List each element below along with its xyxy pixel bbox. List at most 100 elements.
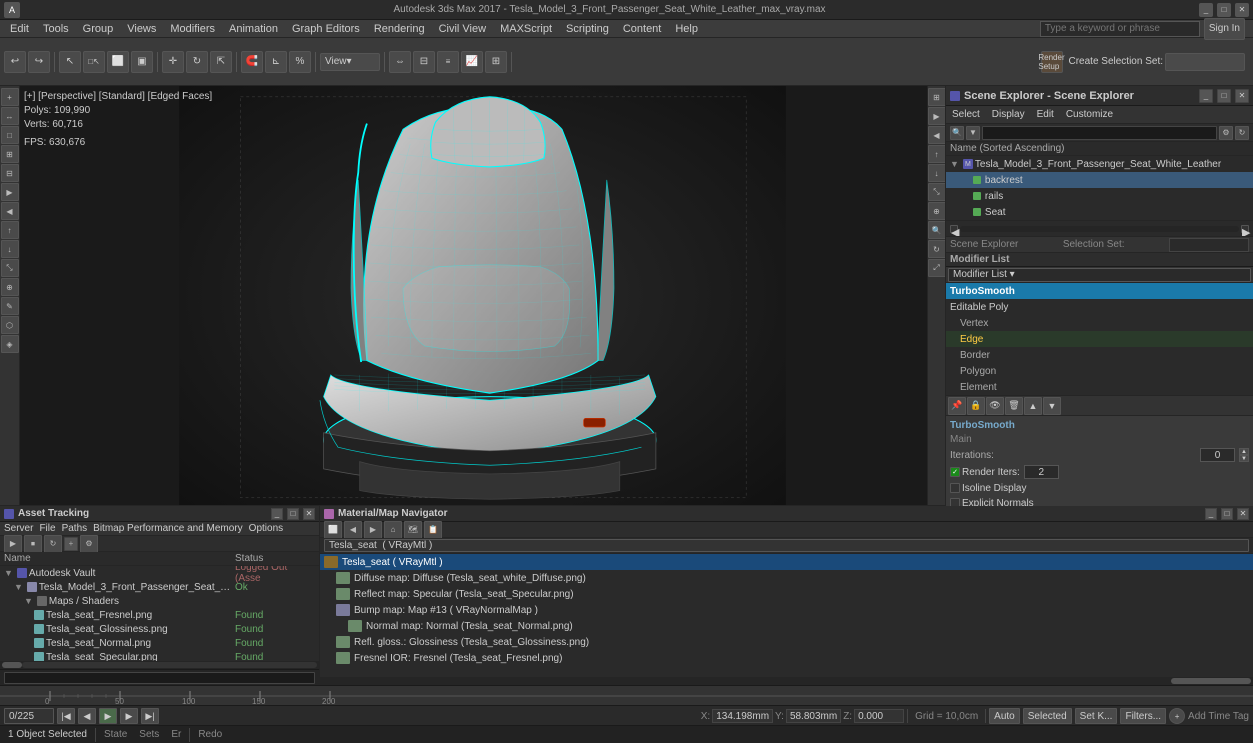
- prev-frame-btn[interactable]: ◀: [78, 708, 96, 724]
- at-row-tesla-model[interactable]: ▼ Tesla_Model_3_Front_Passenger_Seat_Whi…: [0, 580, 319, 594]
- lt-btn-14[interactable]: ◈: [1, 335, 19, 353]
- se-item-seat[interactable]: ▶ Seat: [946, 204, 1253, 220]
- mat-tb-1[interactable]: ⬜: [324, 521, 342, 539]
- go-start-btn[interactable]: |◀: [57, 708, 75, 724]
- menu-modifiers[interactable]: Modifiers: [164, 20, 221, 38]
- mod-turbosmoooth-item[interactable]: TurboSmooth: [946, 283, 1253, 299]
- mirror-button[interactable]: ⇔: [389, 51, 411, 73]
- menu-content[interactable]: Content: [617, 20, 668, 38]
- at-close-btn[interactable]: ✕: [303, 508, 315, 520]
- menu-civil-view[interactable]: Civil View: [433, 20, 492, 38]
- mod-polygon-item[interactable]: Polygon: [946, 363, 1253, 379]
- selection-set-dropdown[interactable]: [1165, 53, 1245, 71]
- mat-row-reflect[interactable]: Reflect map: Specular (Tesla_seat_Specul…: [320, 586, 1253, 602]
- se-item-tesla-model[interactable]: ▼ M Tesla_Model_3_Front_Passenger_Seat_W…: [946, 156, 1253, 172]
- at-row-normal[interactable]: Tesla_seat_Normal.png Found: [0, 636, 319, 650]
- add-time-tag-btn[interactable]: Add Time Tag: [1188, 711, 1249, 722]
- timeline-ruler[interactable]: 0 50 100 150 200: [0, 686, 1253, 706]
- lt-btn-11[interactable]: ⊕: [1, 278, 19, 296]
- at-row-glossiness[interactable]: Tesla_seat_Glossiness.png Found: [0, 622, 319, 636]
- mat-tb-2[interactable]: ◀: [344, 521, 362, 539]
- frame-counter[interactable]: 0/225: [4, 708, 54, 724]
- mat-tb-5[interactable]: 🗺: [404, 521, 422, 539]
- vp-tb-8[interactable]: 🔍: [928, 221, 946, 239]
- viewport[interactable]: [+] [Perspective] [Standard] [Edged Face…: [20, 86, 945, 505]
- close-button[interactable]: ✕: [1235, 3, 1249, 17]
- se-search-field[interactable]: [982, 126, 1217, 140]
- mat-row-normal[interactable]: Normal map: Normal (Tesla_seat_Normal.pn…: [320, 618, 1253, 634]
- menu-help[interactable]: Help: [669, 20, 704, 38]
- at-tb-5[interactable]: ⚙: [80, 535, 98, 553]
- angle-snap-button[interactable]: ⊾: [265, 51, 287, 73]
- at-menu-server[interactable]: Server: [4, 523, 33, 534]
- auto-key-btn[interactable]: Auto: [989, 708, 1020, 724]
- menu-tools[interactable]: Tools: [37, 20, 75, 38]
- ts-render-checkbox[interactable]: ✓: [950, 467, 960, 477]
- layer-manager-button[interactable]: ≡: [437, 51, 459, 73]
- lt-btn-7[interactable]: ◀: [1, 202, 19, 220]
- vp-tb-2[interactable]: ▶: [928, 107, 946, 125]
- se-item-rails[interactable]: ▶ rails: [946, 188, 1253, 204]
- sets-item[interactable]: Sets: [135, 729, 163, 740]
- se-scroll-left[interactable]: ◀: [950, 225, 958, 233]
- mat-row-fresnel[interactable]: Fresnel IOR: Fresnel (Tesla_seat_Fresnel…: [320, 650, 1253, 666]
- at-maximize-btn[interactable]: □: [287, 508, 299, 520]
- at-menu-bitmap[interactable]: Bitmap Performance and Memory: [93, 523, 243, 534]
- menu-group[interactable]: Group: [77, 20, 120, 38]
- at-row-vault[interactable]: ▼ Autodesk Vault Logged Out (Asse: [0, 566, 319, 580]
- mat-row-root[interactable]: Tesla_seat ( VRayMtl ): [320, 554, 1253, 570]
- reference-coord-dropdown[interactable]: View▾: [320, 53, 380, 71]
- se-scroll-right[interactable]: ▶: [1241, 225, 1249, 233]
- vp-tb-9[interactable]: ↻: [928, 240, 946, 258]
- move-button[interactable]: ✛: [162, 51, 184, 73]
- lt-btn-8[interactable]: ↑: [1, 221, 19, 239]
- menu-graph-editors[interactable]: Graph Editors: [286, 20, 366, 38]
- mod-border-item[interactable]: Border: [946, 347, 1253, 363]
- snap-toggle-button[interactable]: 🧲: [241, 51, 263, 73]
- mat-row-diffuse[interactable]: Diffuse map: Diffuse (Tesla_seat_white_D…: [320, 570, 1253, 586]
- mod-element-item[interactable]: Element: [946, 379, 1253, 395]
- window-crossing-button[interactable]: ▣: [131, 51, 153, 73]
- at-tb-4[interactable]: +: [64, 537, 78, 551]
- at-row-maps[interactable]: ▼ Maps / Shaders: [0, 594, 319, 608]
- sign-in-button[interactable]: Sign In: [1204, 18, 1245, 40]
- vp-tb-5[interactable]: ↓: [928, 164, 946, 182]
- at-input-field[interactable]: [4, 672, 315, 684]
- set-key-btn[interactable]: Set K...: [1075, 708, 1118, 724]
- at-menu-paths[interactable]: Paths: [62, 523, 88, 534]
- vp-tb-6[interactable]: ⤡: [928, 183, 946, 201]
- mat-tb-3[interactable]: ▶: [364, 521, 382, 539]
- lt-btn-3[interactable]: □: [1, 126, 19, 144]
- add-key-btn[interactable]: +: [1169, 708, 1185, 724]
- mod-lock-btn[interactable]: 🔒: [967, 397, 985, 415]
- se-menu-customize[interactable]: Customize: [1064, 109, 1115, 120]
- mat-close-btn[interactable]: ✕: [1237, 508, 1249, 520]
- se-search-btn[interactable]: 🔍: [950, 126, 964, 140]
- mat-row-gloss[interactable]: Refl. gloss.: Glossiness (Tesla_seat_Glo…: [320, 634, 1253, 650]
- state-item[interactable]: State: [100, 729, 131, 740]
- at-tb-3[interactable]: ↻: [44, 535, 62, 553]
- at-minimize-btn[interactable]: _: [271, 508, 283, 520]
- mod-vertex-item[interactable]: Vertex: [946, 315, 1253, 331]
- vp-tb-1[interactable]: ⊞: [928, 88, 946, 106]
- at-menu-file[interactable]: File: [39, 523, 55, 534]
- mod-delete-btn[interactable]: 🗑: [1005, 397, 1023, 415]
- next-frame-btn[interactable]: ▶: [120, 708, 138, 724]
- undo-button[interactable]: ↩: [4, 51, 26, 73]
- se-selection-set-input[interactable]: [1169, 238, 1249, 252]
- curve-editor-button[interactable]: 📈: [461, 51, 483, 73]
- rotate-button[interactable]: ↻: [186, 51, 208, 73]
- menu-scripting[interactable]: Scripting: [560, 20, 615, 38]
- align-button[interactable]: ⊟: [413, 51, 435, 73]
- select-by-name-button[interactable]: □↖: [83, 51, 105, 73]
- at-menu-options[interactable]: Options: [249, 523, 283, 534]
- at-scrollbar-thumb[interactable]: [2, 662, 22, 668]
- er-item[interactable]: Er: [167, 729, 185, 740]
- lt-btn-5[interactable]: ⊟: [1, 164, 19, 182]
- menu-animation[interactable]: Animation: [223, 20, 284, 38]
- se-minimize-btn[interactable]: _: [1199, 89, 1213, 103]
- mat-maximize-btn[interactable]: □: [1221, 508, 1233, 520]
- modifier-dropdown[interactable]: Modifier List ▾: [948, 268, 1251, 282]
- selected-btn[interactable]: Selected: [1023, 708, 1072, 724]
- redo-item[interactable]: Redo: [194, 729, 226, 740]
